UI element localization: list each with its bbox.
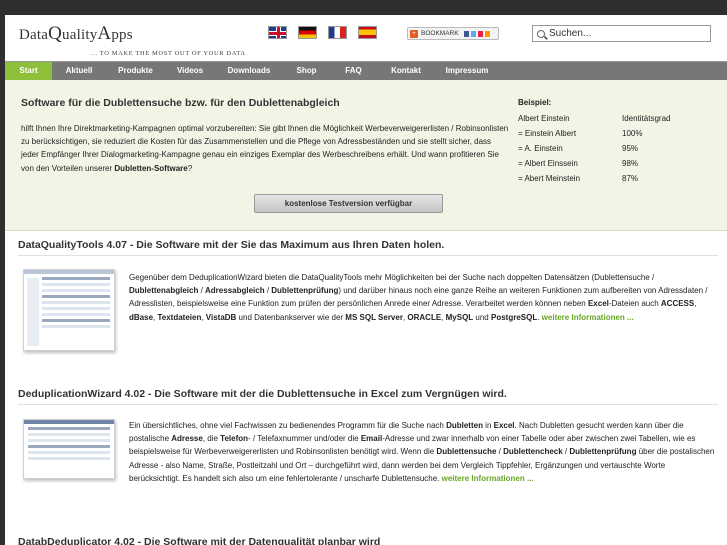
more-info-link[interactable]: weitere Informationen ... [442, 474, 534, 483]
trial-button[interactable]: kostenlose Testversion verfügbar [254, 194, 443, 213]
section-text: Gegenüber dem DeduplicationWizard bieten… [129, 273, 708, 322]
bookmark-label: BOOKMARK [421, 30, 459, 37]
search-box [532, 25, 711, 42]
intro-text: hilft Ihnen Ihre Direktmarketing-Kampagn… [21, 124, 509, 173]
logo[interactable]: DataQualityApps ... TO MAKE THE MOST OUT… [19, 23, 245, 57]
example-row: = Einstein Albert 100% [518, 129, 643, 138]
intro-box: Software für die Dublettensuche bzw. für… [5, 80, 727, 231]
uk-flag-icon[interactable] [268, 26, 287, 39]
section-divider [18, 255, 718, 256]
spanish-flag-icon[interactable] [358, 26, 377, 39]
nav-item-impressum[interactable]: Impressum [435, 62, 499, 80]
section-title-dataqualitytools[interactable]: DataQualityTools 4.07 - Die Software mit… [18, 239, 444, 251]
example-row: = Albert Einssein 98% [518, 159, 639, 168]
more-info-link[interactable]: weitere Informationen ... [542, 313, 634, 322]
example-row: Albert Einstein Identitätsgrad [518, 114, 671, 123]
german-flag-icon[interactable] [298, 26, 317, 39]
bookmark-button[interactable]: + BOOKMARK [407, 27, 499, 40]
french-flag-icon[interactable] [328, 26, 347, 39]
nav-item-shop[interactable]: Shop [283, 62, 330, 80]
dataqualitytools-screenshot[interactable] [23, 269, 115, 351]
social-icons [463, 30, 490, 37]
example-title: Beispiel: [518, 98, 552, 107]
nav-item-kontakt[interactable]: Kontakt [377, 62, 435, 80]
nav-item-downloads[interactable]: Downloads [215, 62, 283, 80]
example-table: Beispiel: Albert Einstein Identitätsgrad … [518, 98, 718, 186]
header: DataQualityApps ... TO MAKE THE MOST OUT… [5, 15, 727, 61]
example-row: = A. Einstein 95% [518, 144, 639, 153]
nav-item-videos[interactable]: Videos [165, 62, 215, 80]
plus-icon: + [410, 29, 418, 38]
intro-title: Software für die Dublettensuche bzw. für… [21, 97, 340, 109]
nav-item-faq[interactable]: FAQ [330, 62, 377, 80]
nav-item-aktuell[interactable]: Aktuell [52, 62, 106, 80]
nav-item-produkte[interactable]: Produkte [106, 62, 165, 80]
deduplicationwizard-screenshot[interactable] [23, 419, 115, 479]
section-title-cut[interactable]: DatabDeduplicator 4.02 - Die Software mi… [18, 536, 380, 545]
logo-tagline: ... TO MAKE THE MOST OUT OF YOUR DATA [91, 50, 246, 57]
main-nav: Start Aktuell Produkte Videos Downloads … [5, 61, 727, 80]
language-selector [268, 26, 377, 39]
example-row: = Abert Meinstein 87% [518, 174, 639, 183]
search-icon [537, 29, 545, 38]
nav-item-start[interactable]: Start [5, 62, 52, 80]
section-title-deduplicationwizard[interactable]: DeduplicationWizard 4.02 - Die Software … [18, 388, 507, 400]
page: DataQualityApps ... TO MAKE THE MOST OUT… [5, 15, 727, 545]
search-input[interactable] [549, 28, 699, 39]
logo-wordmark: DataQualityApps [19, 23, 133, 44]
section-text: Ein übersichtliches, ohne viel Fachwisse… [129, 421, 715, 483]
section-divider [18, 404, 718, 405]
